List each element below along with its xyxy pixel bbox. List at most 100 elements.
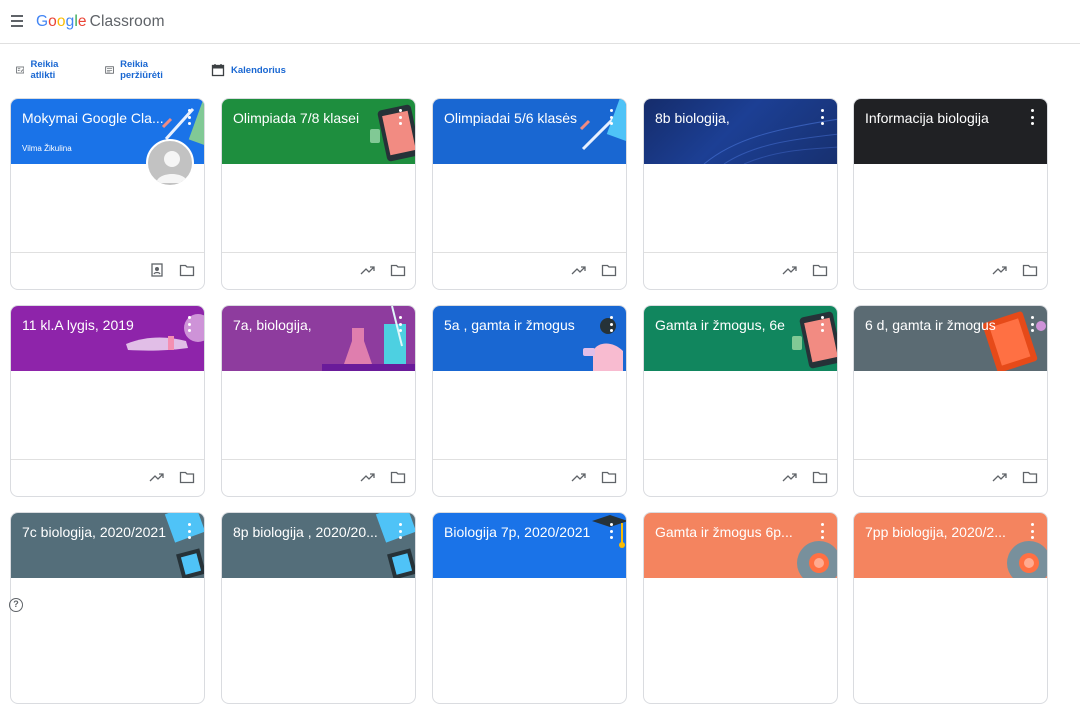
to-review-link[interactable]: Reikia peržiūrėti bbox=[105, 59, 168, 81]
more-vert-icon[interactable] bbox=[1027, 316, 1037, 332]
trending-up-icon[interactable] bbox=[360, 470, 376, 484]
todo-icon bbox=[16, 66, 25, 74]
more-vert-icon[interactable] bbox=[395, 523, 405, 539]
robot-illustration bbox=[797, 541, 837, 578]
class-card-header[interactable]: Informacija biologija bbox=[854, 99, 1047, 164]
class-card[interactable]: 11 kl.A lygis, 2019 bbox=[10, 305, 205, 497]
class-card-header[interactable]: 8p biologija , 2020/20... bbox=[222, 513, 415, 578]
class-title[interactable]: Gamta ir žmogus, 6e bbox=[655, 317, 805, 333]
class-card[interactable]: 5a , gamta ir žmogus bbox=[432, 305, 627, 497]
more-vert-icon[interactable] bbox=[1027, 109, 1037, 125]
class-card-header[interactable]: Olimpiada 7/8 klasei bbox=[222, 99, 415, 164]
class-card[interactable]: Olimpiada 7/8 klasei bbox=[221, 98, 416, 290]
class-title[interactable]: 7a, biologija, bbox=[233, 317, 383, 333]
class-card-header[interactable]: 6 d, gamta ir žmogus bbox=[854, 306, 1047, 371]
more-vert-icon[interactable] bbox=[817, 316, 827, 332]
class-card-header[interactable]: Olimpiadai 5/6 klasės bbox=[433, 99, 626, 164]
class-card-header[interactable]: 11 kl.A lygis, 2019 bbox=[11, 306, 204, 371]
class-card[interactable]: Informacija biologija bbox=[853, 98, 1048, 290]
class-title[interactable]: Olimpiada 7/8 klasei bbox=[233, 110, 383, 126]
class-card[interactable]: Olimpiadai 5/6 klasės bbox=[432, 98, 627, 290]
more-vert-icon[interactable] bbox=[1027, 523, 1037, 539]
more-vert-icon[interactable] bbox=[395, 109, 405, 125]
class-card[interactable]: 8p biologija , 2020/20... bbox=[221, 512, 416, 704]
more-vert-icon[interactable] bbox=[184, 109, 194, 125]
class-card[interactable]: 8b biologija, bbox=[643, 98, 838, 290]
class-card-header[interactable]: Gamta ir žmogus, 6e bbox=[644, 306, 837, 371]
google-classroom-logo[interactable]: Google Classroom bbox=[36, 13, 165, 31]
more-vert-icon[interactable] bbox=[606, 109, 616, 125]
class-card[interactable]: Biologija 7p, 2020/2021 bbox=[432, 512, 627, 704]
calendar-icon bbox=[211, 64, 225, 77]
class-title[interactable]: 6 d, gamta ir žmogus bbox=[865, 317, 1015, 333]
class-title[interactable]: Mokymai Google Cla... bbox=[22, 110, 172, 126]
class-owner-name: Vilma Žikulina bbox=[22, 144, 72, 153]
top-app-bar: Google Classroom bbox=[0, 0, 1080, 44]
class-card-header[interactable]: 7c biologija, 2020/2021 bbox=[11, 513, 204, 578]
folder-icon[interactable] bbox=[1022, 470, 1038, 484]
class-card-footer bbox=[11, 252, 204, 289]
graduation-illustration bbox=[583, 318, 623, 371]
class-card[interactable]: Gamta ir žmogus, 6e bbox=[643, 305, 838, 497]
folder-icon[interactable] bbox=[812, 263, 828, 277]
more-vert-icon[interactable] bbox=[817, 523, 827, 539]
trending-up-icon[interactable] bbox=[992, 470, 1008, 484]
more-vert-icon[interactable] bbox=[606, 316, 616, 332]
to-do-link[interactable]: Reikia atlikti bbox=[16, 59, 64, 81]
class-title[interactable]: 8b biologija, bbox=[655, 110, 805, 126]
class-title[interactable]: Biologija 7p, 2020/2021 bbox=[444, 524, 594, 540]
pencil-illustration bbox=[579, 99, 626, 151]
class-card[interactable]: Mokymai Google Cla... Vilma Žikulina bbox=[10, 98, 205, 290]
hamburger-menu-icon[interactable] bbox=[11, 15, 23, 27]
class-card-footer bbox=[854, 252, 1047, 289]
folder-icon[interactable] bbox=[812, 470, 828, 484]
folder-icon[interactable] bbox=[390, 263, 406, 277]
class-title[interactable]: Informacija biologija bbox=[865, 110, 1015, 126]
class-title[interactable]: 5a , gamta ir žmogus bbox=[444, 317, 594, 333]
class-card-header[interactable]: Gamta ir žmogus 6p... bbox=[644, 513, 837, 578]
class-title[interactable]: 7pp biologija, 2020/2... bbox=[865, 524, 1015, 540]
class-card[interactable]: 7a, biologija, bbox=[221, 305, 416, 497]
class-title[interactable]: 8p biologija , 2020/20... bbox=[233, 524, 383, 540]
class-title[interactable]: 11 kl.A lygis, 2019 bbox=[22, 317, 172, 333]
class-card[interactable]: Gamta ir žmogus 6p... bbox=[643, 512, 838, 704]
folder-icon[interactable] bbox=[1022, 263, 1038, 277]
abstract-pattern-banner bbox=[703, 118, 837, 164]
folder-icon[interactable] bbox=[390, 470, 406, 484]
tablet-illustration bbox=[164, 513, 204, 578]
more-vert-icon[interactable] bbox=[606, 523, 616, 539]
trending-up-icon[interactable] bbox=[782, 263, 798, 277]
trending-up-icon[interactable] bbox=[992, 263, 1008, 277]
trending-up-icon[interactable] bbox=[360, 263, 376, 277]
trending-up-icon[interactable] bbox=[571, 470, 587, 484]
class-card[interactable]: 7pp biologija, 2020/2... bbox=[853, 512, 1048, 704]
class-card-footer bbox=[433, 459, 626, 496]
class-card-header[interactable]: Biologija 7p, 2020/2021 bbox=[433, 513, 626, 578]
folder-icon[interactable] bbox=[601, 263, 617, 277]
class-card-footer bbox=[644, 252, 837, 289]
class-card[interactable]: 6 d, gamta ir žmogus bbox=[853, 305, 1048, 497]
class-card-header[interactable]: 5a , gamta ir žmogus bbox=[433, 306, 626, 371]
calendar-link[interactable]: Kalendorius bbox=[211, 61, 286, 79]
class-title[interactable]: Olimpiadai 5/6 klasės bbox=[444, 110, 594, 126]
trending-up-icon[interactable] bbox=[782, 470, 798, 484]
class-card-header[interactable]: 8b biologija, bbox=[644, 99, 837, 164]
trending-up-icon[interactable] bbox=[571, 263, 587, 277]
tablet-illustration bbox=[370, 104, 415, 162]
more-vert-icon[interactable] bbox=[817, 109, 827, 125]
help-icon[interactable]: ? bbox=[9, 598, 23, 612]
folder-icon[interactable] bbox=[601, 470, 617, 484]
class-card-header[interactable]: 7a, biologija, bbox=[222, 306, 415, 371]
folder-icon[interactable] bbox=[179, 470, 195, 484]
class-card[interactable]: 7c biologija, 2020/2021 bbox=[10, 512, 205, 704]
folder-icon[interactable] bbox=[179, 263, 195, 277]
trending-up-icon[interactable] bbox=[149, 470, 165, 484]
class-title[interactable]: Gamta ir žmogus 6p... bbox=[655, 524, 805, 540]
class-title[interactable]: 7c biologija, 2020/2021 bbox=[22, 524, 172, 540]
student-work-icon[interactable] bbox=[149, 263, 165, 277]
avatar bbox=[146, 139, 194, 187]
more-vert-icon[interactable] bbox=[184, 523, 194, 539]
more-vert-icon[interactable] bbox=[184, 316, 194, 332]
class-card-header[interactable]: 7pp biologija, 2020/2... bbox=[854, 513, 1047, 578]
more-vert-icon[interactable] bbox=[395, 316, 405, 332]
